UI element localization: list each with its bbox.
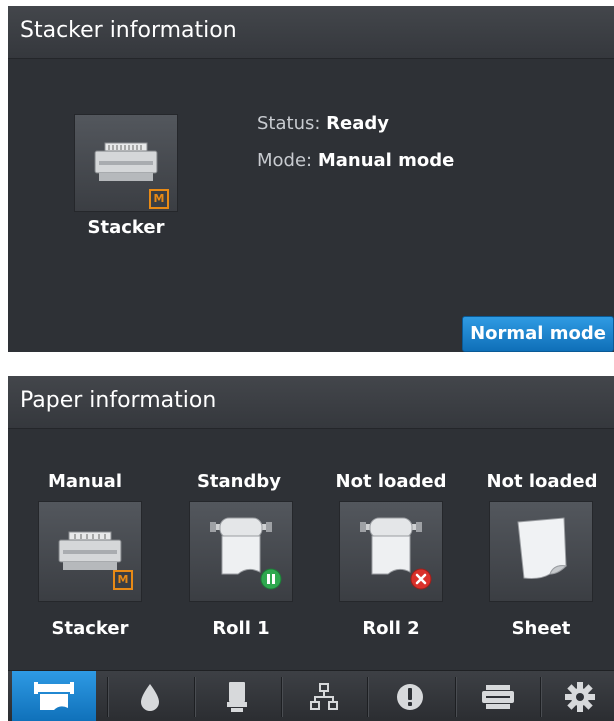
sheet-icon: [517, 517, 568, 579]
stacker-icon: [94, 142, 158, 181]
settings-gear-icon: [565, 681, 595, 712]
paper-title-bar: Paper information: [8, 376, 614, 429]
normal-mode-button[interactable]: Normal mode: [462, 316, 614, 352]
manual-mode-badge: M: [149, 189, 169, 209]
tile-label-roll-1: Roll 1: [212, 618, 270, 639]
tile-label-sheet: Sheet: [511, 618, 571, 639]
stacker-title-bar: Stacker information: [8, 6, 614, 59]
network-icon: [310, 682, 338, 710]
stacker-tile[interactable]: M: [75, 115, 177, 211]
ink-drop-icon: [141, 683, 159, 711]
tile-status-roll-2: Not loaded: [335, 471, 447, 492]
mode-line: Mode: Manual mode: [257, 150, 454, 171]
manual-mode-badge: M: [113, 570, 133, 590]
bottom-nav-bar: [8, 670, 614, 721]
pause-status-icon: [260, 568, 282, 590]
printhead-icon: [227, 681, 247, 712]
stacker-icon: [58, 531, 122, 570]
nav-network[interactable]: [282, 671, 366, 721]
mode-value: Manual mode: [317, 150, 455, 171]
roll-1-tile[interactable]: [190, 502, 292, 601]
tile-label-roll-2: Roll 2: [362, 618, 420, 639]
alert-icon: [397, 683, 423, 710]
stacker-panel-title: Stacker information: [20, 18, 237, 43]
stacker-information-panel: Stacker information M Stacker Status: Re…: [8, 6, 614, 352]
nav-printhead[interactable]: [195, 671, 279, 721]
paper-icon: [34, 681, 74, 710]
nav-paper[interactable]: [12, 671, 96, 721]
status-line: Status: Ready: [257, 113, 389, 134]
paper-panel-title: Paper information: [20, 388, 217, 413]
status-value: Ready: [326, 113, 389, 134]
stacker-tile-label: Stacker: [87, 217, 165, 238]
tile-status-sheet: Not loaded: [486, 471, 598, 492]
tile-label-stacker: Stacker: [51, 618, 129, 639]
error-status-icon: [410, 568, 432, 590]
roll-2-tile[interactable]: [340, 502, 442, 601]
mode-key: Mode:: [257, 150, 313, 171]
tile-status-roll-1: Standby: [196, 471, 282, 492]
paper-information-panel: Paper information Manual M Stacker Stand…: [8, 376, 614, 721]
tile-status-stacker: Manual: [47, 471, 122, 492]
nav-printer[interactable]: [456, 671, 540, 721]
nav-ink[interactable]: [108, 671, 192, 721]
nav-settings[interactable]: [538, 671, 614, 721]
status-key: Status:: [257, 113, 321, 134]
stacker-paper-tile[interactable]: M: [39, 502, 141, 601]
nav-alerts[interactable]: [368, 671, 452, 721]
sheet-tile[interactable]: [490, 502, 592, 601]
printer-icon: [482, 684, 514, 709]
